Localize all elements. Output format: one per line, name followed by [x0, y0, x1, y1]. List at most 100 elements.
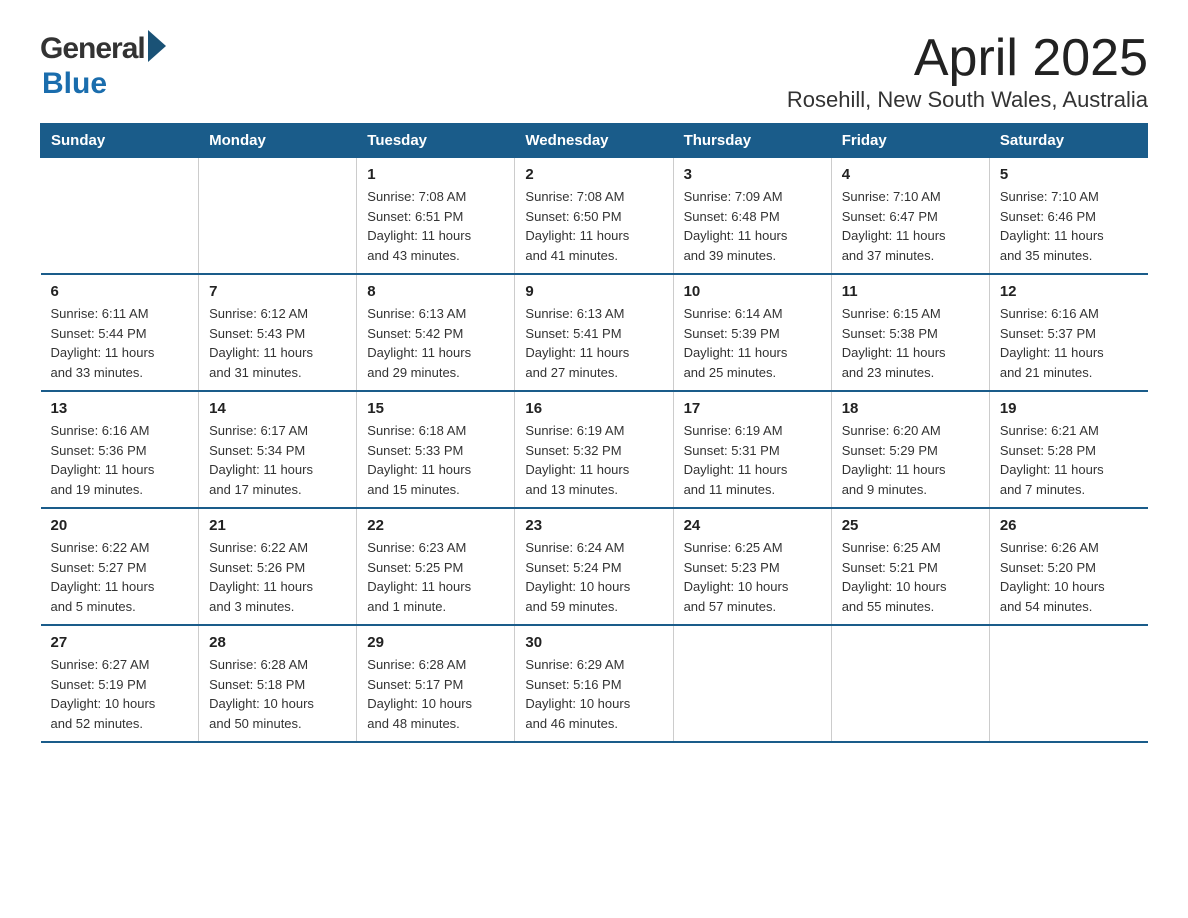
day-number: 24 [684, 517, 821, 534]
table-row: 10 Sunrise: 6:14 AMSunset: 5:39 PMDayligh… [673, 274, 831, 391]
day-info: Sunrise: 6:26 AMSunset: 5:20 PMDaylight:… [1000, 538, 1138, 616]
day-info: Sunrise: 6:18 AMSunset: 5:33 PMDaylight:… [367, 421, 504, 499]
day-info: Sunrise: 7:10 AMSunset: 6:46 PMDaylight:… [1000, 187, 1138, 265]
day-number: 25 [842, 517, 979, 534]
day-info: Sunrise: 6:28 AMSunset: 5:18 PMDaylight:… [209, 655, 346, 733]
day-number: 8 [367, 283, 504, 300]
calendar-title: April 2025 [787, 30, 1148, 87]
table-row: 11 Sunrise: 6:15 AMSunset: 5:38 PMDayligh… [831, 274, 989, 391]
calendar-subtitle: Rosehill, New South Wales, Australia [787, 87, 1148, 113]
table-row: 25 Sunrise: 6:25 AMSunset: 5:21 PMDayligh… [831, 508, 989, 625]
logo-arrow-icon [148, 30, 166, 62]
logo-blue-text: Blue [42, 67, 107, 100]
day-number: 20 [51, 517, 189, 534]
day-info: Sunrise: 6:22 AMSunset: 5:26 PMDaylight:… [209, 538, 346, 616]
day-info: Sunrise: 6:28 AMSunset: 5:17 PMDaylight:… [367, 655, 504, 733]
day-number: 18 [842, 400, 979, 417]
table-row [831, 625, 989, 742]
day-number: 22 [367, 517, 504, 534]
table-row: 9 Sunrise: 6:13 AMSunset: 5:41 PMDaylight… [515, 274, 673, 391]
calendar-week-row: 13Sunrise: 6:16 AMSunset: 5:36 PMDayligh… [41, 391, 1148, 508]
header: General Blue April 2025 Rosehill, New So… [40, 30, 1148, 113]
day-info: Sunrise: 6:14 AMSunset: 5:39 PMDaylight:… [684, 304, 821, 382]
day-number: 21 [209, 517, 346, 534]
table-row [673, 625, 831, 742]
day-info: Sunrise: 6:13 AMSunset: 5:42 PMDaylight:… [367, 304, 504, 382]
table-row: 15 Sunrise: 6:18 AMSunset: 5:33 PMDayligh… [357, 391, 515, 508]
day-number: 12 [1000, 283, 1138, 300]
day-number: 26 [1000, 517, 1138, 534]
header-friday: Friday [831, 124, 989, 158]
day-number: 15 [367, 400, 504, 417]
day-info: Sunrise: 6:15 AMSunset: 5:38 PMDaylight:… [842, 304, 979, 382]
table-row: 24 Sunrise: 6:25 AMSunset: 5:23 PMDayligh… [673, 508, 831, 625]
day-info: Sunrise: 6:27 AMSunset: 5:19 PMDaylight:… [51, 655, 189, 733]
table-row: 5 Sunrise: 7:10 AMSunset: 6:46 PMDaylight… [989, 158, 1147, 275]
day-number: 28 [209, 634, 346, 651]
day-number: 14 [209, 400, 346, 417]
day-info: Sunrise: 6:17 AMSunset: 5:34 PMDaylight:… [209, 421, 346, 499]
day-info: Sunrise: 6:25 AMSunset: 5:21 PMDaylight:… [842, 538, 979, 616]
table-row: 13Sunrise: 6:16 AMSunset: 5:36 PMDayligh… [41, 391, 199, 508]
calendar-week-row: 27 Sunrise: 6:27 AMSunset: 5:19 PMDayligh… [41, 625, 1148, 742]
day-info: Sunrise: 7:09 AMSunset: 6:48 PMDaylight:… [684, 187, 821, 265]
day-info: Sunrise: 6:29 AMSunset: 5:16 PMDaylight:… [525, 655, 662, 733]
logo: General Blue [40, 30, 166, 101]
table-row: 12 Sunrise: 6:16 AMSunset: 5:37 PMDayligh… [989, 274, 1147, 391]
table-row: 19Sunrise: 6:21 AMSunset: 5:28 PMDayligh… [989, 391, 1147, 508]
table-row: 27 Sunrise: 6:27 AMSunset: 5:19 PMDayligh… [41, 625, 199, 742]
header-monday: Monday [199, 124, 357, 158]
day-info: Sunrise: 6:19 AMSunset: 5:31 PMDaylight:… [684, 421, 821, 499]
day-number: 27 [51, 634, 189, 651]
table-row [989, 625, 1147, 742]
day-info: Sunrise: 6:19 AMSunset: 5:32 PMDaylight:… [525, 421, 662, 499]
day-number: 29 [367, 634, 504, 651]
day-number: 3 [684, 166, 821, 183]
table-row: 4Sunrise: 7:10 AMSunset: 6:47 PMDaylight… [831, 158, 989, 275]
day-info: Sunrise: 6:22 AMSunset: 5:27 PMDaylight:… [51, 538, 189, 616]
day-number: 23 [525, 517, 662, 534]
day-info: Sunrise: 6:13 AMSunset: 5:41 PMDaylight:… [525, 304, 662, 382]
day-number: 11 [842, 283, 979, 300]
table-row: 2 Sunrise: 7:08 AMSunset: 6:50 PMDaylight… [515, 158, 673, 275]
day-number: 1 [367, 166, 504, 183]
title-block: April 2025 Rosehill, New South Wales, Au… [787, 30, 1148, 113]
day-number: 2 [525, 166, 662, 183]
table-row: 7 Sunrise: 6:12 AMSunset: 5:43 PMDaylight… [199, 274, 357, 391]
table-row: 20 Sunrise: 6:22 AMSunset: 5:27 PMDayligh… [41, 508, 199, 625]
day-number: 10 [684, 283, 821, 300]
table-row: 1 Sunrise: 7:08 AMSunset: 6:51 PMDaylight… [357, 158, 515, 275]
header-thursday: Thursday [673, 124, 831, 158]
header-wednesday: Wednesday [515, 124, 673, 158]
table-row: 8 Sunrise: 6:13 AMSunset: 5:42 PMDaylight… [357, 274, 515, 391]
table-row: 30 Sunrise: 6:29 AMSunset: 5:16 PMDayligh… [515, 625, 673, 742]
table-row: 6Sunrise: 6:11 AMSunset: 5:44 PMDaylight… [41, 274, 199, 391]
day-info: Sunrise: 6:21 AMSunset: 5:28 PMDaylight:… [1000, 421, 1138, 499]
day-number: 7 [209, 283, 346, 300]
day-info: Sunrise: 6:23 AMSunset: 5:25 PMDaylight:… [367, 538, 504, 616]
day-info: Sunrise: 6:16 AMSunset: 5:37 PMDaylight:… [1000, 304, 1138, 382]
table-row [41, 158, 199, 275]
day-number: 16 [525, 400, 662, 417]
day-info: Sunrise: 7:08 AMSunset: 6:50 PMDaylight:… [525, 187, 662, 265]
day-number: 9 [525, 283, 662, 300]
calendar-week-row: 1 Sunrise: 7:08 AMSunset: 6:51 PMDaylight… [41, 158, 1148, 275]
day-number: 13 [51, 400, 189, 417]
day-number: 30 [525, 634, 662, 651]
table-row: 23 Sunrise: 6:24 AMSunset: 5:24 PMDayligh… [515, 508, 673, 625]
table-row: 28 Sunrise: 6:28 AMSunset: 5:18 PMDayligh… [199, 625, 357, 742]
day-number: 6 [51, 283, 189, 300]
table-row: 18Sunrise: 6:20 AMSunset: 5:29 PMDayligh… [831, 391, 989, 508]
day-info: Sunrise: 6:12 AMSunset: 5:43 PMDaylight:… [209, 304, 346, 382]
day-number: 17 [684, 400, 821, 417]
day-number: 5 [1000, 166, 1138, 183]
logo-general-text: General [40, 32, 145, 66]
table-row [199, 158, 357, 275]
day-info: Sunrise: 6:25 AMSunset: 5:23 PMDaylight:… [684, 538, 821, 616]
calendar-week-row: 6Sunrise: 6:11 AMSunset: 5:44 PMDaylight… [41, 274, 1148, 391]
table-row: 29 Sunrise: 6:28 AMSunset: 5:17 PMDayligh… [357, 625, 515, 742]
day-info: Sunrise: 7:08 AMSunset: 6:51 PMDaylight:… [367, 187, 504, 265]
calendar-header-row: Sunday Monday Tuesday Wednesday Thursday… [41, 124, 1148, 158]
table-row: 22 Sunrise: 6:23 AMSunset: 5:25 PMDayligh… [357, 508, 515, 625]
day-info: Sunrise: 6:24 AMSunset: 5:24 PMDaylight:… [525, 538, 662, 616]
